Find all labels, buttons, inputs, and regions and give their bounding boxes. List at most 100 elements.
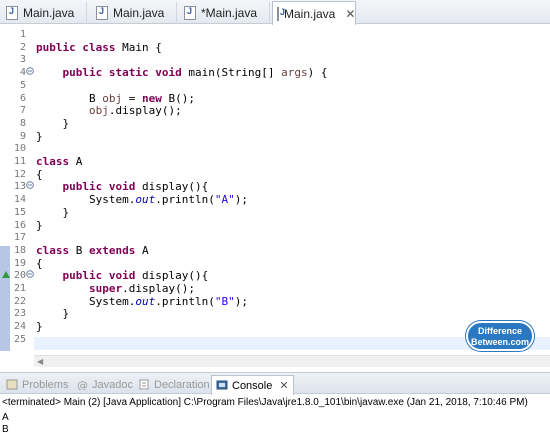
line-number: 1 <box>19 29 26 40</box>
horizontal-scrollbar[interactable]: ◀ <box>34 355 550 367</box>
line-number: 16 <box>13 219 26 231</box>
code-text: System.out.println("B"); <box>36 294 248 308</box>
line-number: 19 <box>13 257 26 269</box>
java-file-icon <box>96 6 108 20</box>
line-number: 21 <box>13 283 26 294</box>
code-text: public void display(){ <box>62 180 209 194</box>
code-line[interactable]: 21 super.display(); <box>0 282 550 295</box>
code-text: } <box>36 129 43 143</box>
line-number: 6 <box>19 92 26 104</box>
code-line[interactable]: 15 } <box>0 206 550 219</box>
line-number: 8 <box>19 117 26 129</box>
code-text: } <box>36 320 43 334</box>
code-line[interactable]: 10 <box>0 142 550 155</box>
tab-declaration[interactable]: Declaration <box>138 376 210 393</box>
svg-text:@: @ <box>77 379 88 390</box>
code-line[interactable]: 17 <box>0 231 550 244</box>
code-line[interactable]: 14 System.out.println("A"); <box>0 193 550 206</box>
fold-collapse-icon[interactable] <box>26 67 34 75</box>
java-file-icon <box>6 6 18 20</box>
code-line[interactable]: 13 public void display(){ <box>0 180 550 193</box>
tab-problems[interactable]: Problems <box>6 376 68 393</box>
console-icon <box>216 380 228 391</box>
line-number: 13 <box>13 181 26 193</box>
code-line[interactable]: 7 obj.display(); <box>0 104 550 117</box>
code-line[interactable]: 8 } <box>0 117 550 130</box>
code-line[interactable]: 4 public static void main(String[] args)… <box>0 66 550 79</box>
code-line[interactable]: 1 <box>0 28 550 41</box>
code-line[interactable]: 23 } <box>0 307 550 320</box>
line-number: 24 <box>13 321 26 333</box>
tab-label: Declaration <box>154 378 210 391</box>
code-line[interactable]: 16} <box>0 219 550 232</box>
tab-console[interactable]: Console ✕ <box>211 375 294 395</box>
line-number: 23 <box>13 308 26 320</box>
line-number: 10 <box>13 143 26 155</box>
code-line[interactable]: 9} <box>0 130 550 143</box>
code-text: public class Main { <box>36 40 162 54</box>
tab-main-java-2[interactable]: Main.java <box>92 2 177 24</box>
tab-main-java-modified[interactable]: *Main.java <box>180 2 270 24</box>
editor-tab-bar: Main.java Main.java *Main.java Main.java… <box>0 0 550 25</box>
code-editor[interactable]: 1 2 public class Main { 3 4 public static vo… <box>0 25 550 368</box>
line-number: 25 <box>13 333 26 345</box>
tab-label: Console <box>232 379 273 392</box>
problems-icon <box>6 379 18 390</box>
console-line: A <box>2 412 9 423</box>
line-number: 18 <box>13 244 26 256</box>
tab-main-java-active[interactable]: Main.java ✕ <box>272 1 356 25</box>
line-number: 22 <box>13 295 26 307</box>
line-number: 12 <box>13 168 26 180</box>
code-text: B obj = new B(); <box>36 91 195 105</box>
tab-label: *Main.java <box>201 6 258 20</box>
declaration-icon <box>138 379 150 390</box>
line-number: 5 <box>19 79 26 91</box>
tab-label: Problems <box>22 378 69 391</box>
code-text: obj.display(); <box>88 104 182 118</box>
tab-label: Main.java <box>23 6 75 20</box>
watermark-line2: Between.com <box>470 337 530 347</box>
code-text: public static void main(String[] args) { <box>62 66 328 80</box>
watermark-logo: Difference Between.com <box>466 321 534 351</box>
javadoc-icon: @ <box>76 379 88 392</box>
console-header: <terminated> Main (2) [Java Application]… <box>2 397 528 408</box>
code-line[interactable]: 5 <box>0 79 550 92</box>
fold-collapse-icon[interactable] <box>26 270 34 279</box>
code-text: } <box>36 116 70 130</box>
line-number: 3 <box>19 54 26 66</box>
scroll-left-icon[interactable]: ◀ <box>37 357 43 366</box>
console-line: B <box>2 424 9 435</box>
code-line[interactable]: 12 { <box>0 168 550 181</box>
code-line[interactable]: 18 class B extends A <box>0 244 550 257</box>
tab-javadoc[interactable]: @ Javadoc <box>76 376 133 393</box>
fold-collapse-icon[interactable] <box>26 181 34 190</box>
override-marker-icon[interactable] <box>2 271 10 279</box>
line-number: 9 <box>19 130 26 142</box>
tab-main-java-1[interactable]: Main.java <box>2 2 87 24</box>
code-line[interactable]: 2 public class Main { <box>0 41 550 54</box>
tab-label: Main.java <box>284 6 336 21</box>
code-line[interactable]: 3 <box>0 53 550 66</box>
code-text: super.display(); <box>88 282 195 295</box>
code-text: } <box>36 218 43 232</box>
line-number: 7 <box>19 105 26 117</box>
code-line[interactable]: 22 System.out.println("B"); <box>0 295 550 308</box>
bottom-view-tab-bar: Problems @ Javadoc Declaration Console ✕ <box>0 372 550 395</box>
code-line[interactable]: 6 B obj = new B(); <box>0 92 550 105</box>
code-line[interactable]: 11 class A <box>0 155 550 168</box>
code-text: class B extends A <box>36 243 149 257</box>
code-text: } <box>36 205 70 219</box>
line-number: 2 <box>19 41 26 53</box>
tab-label: Javadoc <box>92 378 133 391</box>
line-number: 14 <box>13 194 26 206</box>
code-line[interactable]: 19 { <box>0 257 550 270</box>
line-number: 17 <box>13 232 26 244</box>
close-icon[interactable]: ✕ <box>279 379 288 392</box>
java-file-icon <box>184 6 196 20</box>
code-line[interactable]: 20 public void display(){ <box>0 269 550 282</box>
line-number: 11 <box>13 156 26 167</box>
console-output[interactable]: <terminated> Main (2) [Java Application]… <box>0 395 550 441</box>
code-text: System.out.println("A"); <box>36 193 248 207</box>
close-icon[interactable]: ✕ <box>345 7 355 21</box>
code-text: class A <box>36 155 83 168</box>
